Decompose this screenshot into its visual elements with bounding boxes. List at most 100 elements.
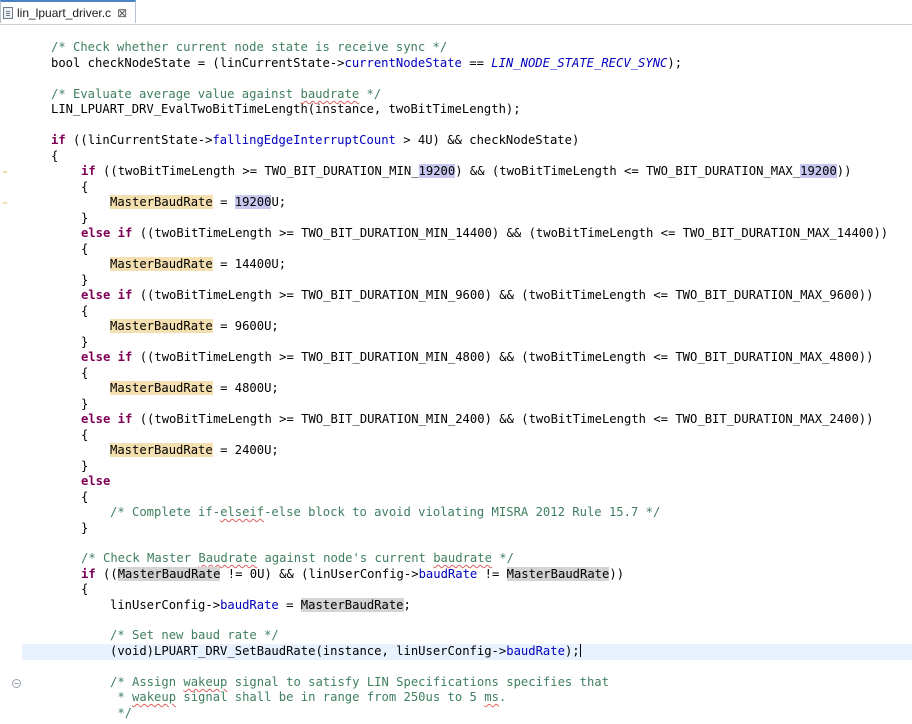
field-ref: baudRate (220, 598, 279, 612)
fold-collapse-icon[interactable]: − (12, 679, 21, 688)
text-caret (579, 644, 581, 657)
code-line: { (22, 149, 58, 165)
keyword: else (81, 474, 111, 488)
brace: { (81, 428, 89, 442)
editor-tab-lin-lpuart-driver[interactable]: lin_lpuart_driver.c ⊠ (0, 0, 137, 23)
code-line: else (22, 474, 110, 490)
brace: } (81, 273, 89, 287)
code-editor[interactable]: /* Check whether current node state is r… (22, 25, 912, 724)
spelling-error: wakeup (132, 690, 177, 704)
field-ref: baudRate (506, 644, 565, 658)
keyword: if (81, 164, 96, 178)
code-line: LIN_LPUART_DRV_EvalTwoBitTimeLength(inst… (22, 102, 521, 118)
occurrence-marker-icon[interactable]: ⇨ (1, 199, 9, 207)
close-icon[interactable]: ⊠ (117, 6, 127, 20)
comment: */ (110, 706, 133, 720)
code-line: else if ((twoBitTimeLength >= TWO_BIT_DU… (22, 226, 888, 242)
brace: { (81, 304, 89, 318)
code-text: )) (836, 164, 852, 178)
code-line: bool checkNodeState = (linCurrentState->… (22, 56, 682, 72)
code-text: )) (609, 567, 625, 581)
enum-constant: LIN_NODE_STATE_RECV_SYNC (491, 56, 668, 70)
code-text: ((twoBitTimeLength >= TWO_BIT_DURATION_M… (132, 288, 874, 302)
brace: } (81, 459, 89, 473)
code-line: } (22, 211, 88, 227)
code-text: = (212, 195, 235, 209)
code-line: { (22, 304, 88, 320)
highlight: 19200 (418, 164, 456, 178)
comment: /* Check whether current node state is r… (51, 40, 448, 54)
highlight: 19200 (800, 164, 837, 178)
occurrence-marker-icon[interactable]: ⇨ (1, 168, 9, 176)
variable-occurrence: MasterBaudRate (110, 257, 213, 271)
code-line: /* Complete if-elseif-else block to avoi… (22, 505, 660, 521)
code-line: } (22, 521, 88, 537)
brace: } (81, 335, 89, 349)
code-text: != (477, 567, 507, 581)
code-line: /* Check Master Baudrate against node's … (22, 551, 514, 567)
code-text: = (278, 598, 301, 612)
code-text: = 9600U; (212, 319, 279, 333)
code-text: ((twoBitTimeLength >= TWO_BIT_DURATION_M… (132, 350, 874, 364)
code-line: /* Evaluate average value against baudra… (22, 87, 381, 103)
spelling-error: Baudrate (198, 551, 258, 565)
code-line: if ((twoBitTimeLength >= TWO_BIT_DURATIO… (22, 164, 851, 180)
code-line: /* Assign wakeup signal to satisfy LIN S… (22, 675, 609, 691)
code-text: U; (271, 195, 287, 209)
spelling-error: baudrate (433, 551, 492, 565)
code-text: ; (403, 598, 411, 612)
code-line: } (22, 459, 88, 475)
variable-occurrence: MasterBaudRate (300, 598, 404, 612)
code-text: > 4U) && checkNodeState) (395, 133, 580, 147)
comment: */ (359, 87, 382, 101)
brace: { (51, 149, 59, 163)
code-line: if ((linCurrentState->fallingEdgeInterru… (22, 133, 579, 149)
code-text: (void)LPUART_DRV_SetBaudRate(instance, l… (110, 644, 507, 658)
brace: } (81, 211, 89, 225)
code-line: } (22, 273, 88, 289)
code-line: * wakeup signal shall be in range from 2… (22, 690, 506, 706)
comment: signal to satisfy LIN Specifications spe… (227, 675, 609, 689)
keyword: if (81, 567, 96, 581)
comment: . (498, 690, 507, 704)
comment: /* Complete if- (110, 505, 221, 519)
current-code-line[interactable]: (void)LPUART_DRV_SetBaudRate(instance, l… (22, 644, 912, 660)
brace: { (81, 366, 89, 380)
code-line: MasterBaudRate = 19200U; (22, 195, 286, 211)
keyword: else if (81, 412, 133, 426)
brace: { (81, 180, 89, 194)
code-line: else if ((twoBitTimeLength >= TWO_BIT_DU… (22, 350, 873, 366)
keyword: else if (81, 350, 133, 364)
code-line: MasterBaudRate = 2400U; (22, 443, 279, 459)
code-line: { (22, 366, 88, 382)
keyword: else if (81, 288, 133, 302)
comment: against node's current (257, 551, 434, 565)
field-ref: fallingEdgeInterruptCount (212, 133, 396, 147)
code-text: ); (667, 56, 683, 70)
code-text: = 14400U; (212, 257, 287, 271)
tab-label: lin_lpuart_driver.c (17, 5, 112, 20)
annotation-ruler: ⇨ ⇨ (0, 25, 12, 724)
code-line: { (22, 180, 88, 196)
brace: { (81, 242, 89, 256)
comment: /* Assign (110, 675, 184, 689)
keyword: if (51, 133, 66, 147)
field-ref: currentNodeState (344, 56, 462, 70)
code-line: { (22, 490, 88, 506)
code-text: ((twoBitTimeLength >= TWO_BIT_DURATION_M… (132, 226, 889, 240)
brace: } (81, 397, 89, 411)
code-text: ((twoBitTimeLength >= TWO_BIT_DURATION_M… (95, 164, 419, 178)
variable-occurrence: MasterBaudRate (110, 319, 213, 333)
brace: } (81, 521, 89, 535)
variable-occurrence: MasterBaudRate (110, 381, 213, 395)
code-text: ); (564, 644, 580, 658)
editor-tab-bar: lin_lpuart_driver.c ⊠ (0, 0, 912, 25)
variable-occurrence: MasterBaudRate (110, 195, 213, 209)
field-ref: baudRate (418, 567, 478, 581)
comment: signal shall be in range from 250us to 5 (176, 690, 485, 704)
variable-occurrence: MasterBaudRate (117, 567, 221, 581)
code-text: ((twoBitTimeLength >= TWO_BIT_DURATION_M… (132, 412, 874, 426)
code-line: /* Set new baud rate */ (22, 628, 279, 644)
spelling-error: ms (484, 690, 499, 704)
code-line: { (22, 428, 88, 444)
